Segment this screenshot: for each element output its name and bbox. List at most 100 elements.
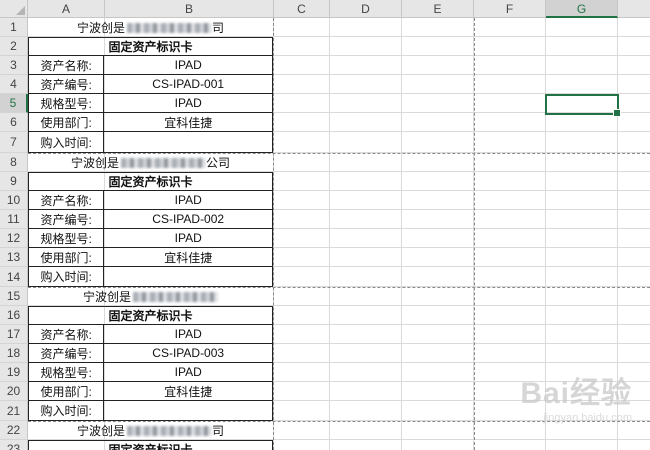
field-row[interactable]: 购入时间:: [28, 132, 273, 153]
row-header-4[interactable]: 4: [0, 75, 28, 94]
row-header-12[interactable]: 12: [0, 229, 28, 248]
field-row[interactable]: 使用部门: 宜科佳捷: [28, 382, 273, 401]
baidu-watermark: Bai经验 jingyan.baidu.com: [520, 368, 632, 424]
field-row[interactable]: 资产名称: IPAD: [28, 325, 273, 344]
card-title: 固定资产标识卡: [108, 40, 193, 54]
row-header-10[interactable]: 10: [0, 191, 28, 210]
select-all-corner[interactable]: [0, 0, 28, 18]
column-header-f[interactable]: F: [474, 0, 546, 18]
field-label: 规格型号:: [29, 363, 105, 381]
watermark-brand2: 经验: [570, 377, 632, 410]
field-label: 购入时间:: [29, 267, 105, 286]
field-value: IPAD: [174, 365, 202, 379]
field-value: IPAD: [174, 193, 202, 207]
company-name: 宁波创是: [76, 21, 125, 35]
card-title-row[interactable]: 固定资产标识卡: [28, 440, 273, 450]
field-value: IPAD: [174, 58, 202, 72]
column-header-b[interactable]: B: [105, 0, 274, 18]
company-suffix: 公司: [206, 156, 231, 170]
field-label: 使用部门:: [29, 382, 105, 400]
field-value: IPAD: [174, 327, 202, 341]
field-value: [104, 401, 272, 420]
row-header-11[interactable]: 11: [0, 210, 28, 229]
card-title: 固定资产标识卡: [108, 443, 193, 450]
column-header-d[interactable]: D: [330, 0, 402, 18]
field-row[interactable]: 使用部门: 宜科佳捷: [28, 113, 273, 132]
spreadsheet-grid: A B C D E F G 1 2 3 4 5 6 7 8 9 10 11 12 13 14 15 16 17 1…: [0, 0, 650, 450]
company-name-row[interactable]: 宁波创是 公司: [28, 153, 273, 172]
field-value: 宜科佳捷: [164, 250, 213, 265]
field-row[interactable]: 资产名称: IPAD: [28, 191, 273, 210]
fill-handle[interactable]: [613, 109, 621, 117]
field-row[interactable]: 资产名称: IPAD: [28, 56, 273, 75]
row-header-1[interactable]: 1: [0, 18, 28, 37]
row-header-8[interactable]: 8: [0, 153, 28, 172]
field-row[interactable]: 规格型号: IPAD: [28, 363, 273, 382]
column-header-c[interactable]: C: [274, 0, 330, 18]
row-header-23[interactable]: 23: [0, 440, 28, 450]
column-header-next[interactable]: [618, 0, 650, 18]
field-label: 资产编号:: [29, 75, 105, 93]
field-row[interactable]: 购入时间:: [28, 401, 273, 421]
row-header-6[interactable]: 6: [0, 113, 28, 132]
field-row[interactable]: 购入时间:: [28, 267, 273, 287]
company-name: 宁波创是: [82, 290, 131, 304]
company-name: 宁波创是: [76, 424, 125, 438]
field-row[interactable]: 规格型号: IPAD: [28, 229, 273, 248]
card-title-row[interactable]: 固定资产标识卡: [28, 306, 273, 325]
company-name-row[interactable]: 宁波创是: [28, 287, 273, 306]
column-header-a[interactable]: A: [28, 0, 105, 18]
row-header-7[interactable]: 7: [0, 132, 28, 153]
field-value: IPAD: [174, 231, 202, 245]
row-header-14[interactable]: 14: [0, 267, 28, 287]
row-header-5[interactable]: 5: [0, 94, 28, 113]
field-value: 宜科佳捷: [164, 384, 213, 399]
field-row[interactable]: 规格型号: IPAD: [28, 94, 273, 113]
company-name-row[interactable]: 宁波创是 司: [28, 18, 273, 37]
card-title: 固定资产标识卡: [108, 175, 193, 189]
field-value: CS-IPAD-001: [152, 77, 225, 91]
column-header-e[interactable]: E: [402, 0, 474, 18]
field-label: 资产名称:: [29, 191, 105, 209]
column-header-g[interactable]: G: [546, 0, 618, 18]
card-title-row[interactable]: 固定资产标识卡: [28, 37, 273, 56]
row-header-15[interactable]: 15: [0, 287, 28, 306]
field-value: CS-IPAD-003: [152, 346, 225, 360]
field-label: 资产编号:: [29, 210, 105, 228]
field-value: IPAD: [174, 96, 202, 110]
field-value: [104, 267, 272, 286]
field-row[interactable]: 资产编号: CS-IPAD-003: [28, 344, 273, 363]
row-header-22[interactable]: 22: [0, 421, 28, 440]
company-suffix: 司: [212, 424, 225, 438]
active-cell-g5[interactable]: [545, 94, 621, 117]
page-break-vertical: [273, 18, 274, 450]
field-row[interactable]: 使用部门: 宜科佳捷: [28, 248, 273, 267]
card-title-row[interactable]: 固定资产标识卡: [28, 172, 273, 191]
company-suffix: 司: [212, 21, 225, 35]
redacted-text: [127, 22, 212, 33]
field-label: 使用部门:: [29, 248, 105, 266]
field-label: 资产名称:: [29, 56, 105, 74]
row-header-18[interactable]: 18: [0, 344, 28, 363]
company-name: 宁波创是: [70, 156, 119, 170]
row-header-19[interactable]: 19: [0, 363, 28, 382]
field-value: 宜科佳捷: [164, 115, 213, 130]
company-name-row[interactable]: 宁波创是 司: [28, 421, 273, 440]
field-row[interactable]: 资产编号: CS-IPAD-001: [28, 75, 273, 94]
row-header-21[interactable]: 21: [0, 401, 28, 421]
row-header-3[interactable]: 3: [0, 56, 28, 75]
row-header-13[interactable]: 13: [0, 248, 28, 267]
redacted-text: [133, 291, 218, 302]
watermark-brand: Bai: [520, 377, 570, 410]
field-row[interactable]: 资产编号: CS-IPAD-002: [28, 210, 273, 229]
field-label: 购入时间:: [29, 132, 105, 152]
row-header-16[interactable]: 16: [0, 306, 28, 325]
field-label: 规格型号:: [29, 94, 105, 112]
row-header-17[interactable]: 17: [0, 325, 28, 344]
field-value: CS-IPAD-002: [152, 212, 225, 226]
row-header-9[interactable]: 9: [0, 172, 28, 191]
redacted-text: [121, 157, 206, 168]
row-header-2[interactable]: 2: [0, 37, 28, 56]
row-header-20[interactable]: 20: [0, 382, 28, 401]
field-label: 使用部门:: [29, 113, 105, 131]
